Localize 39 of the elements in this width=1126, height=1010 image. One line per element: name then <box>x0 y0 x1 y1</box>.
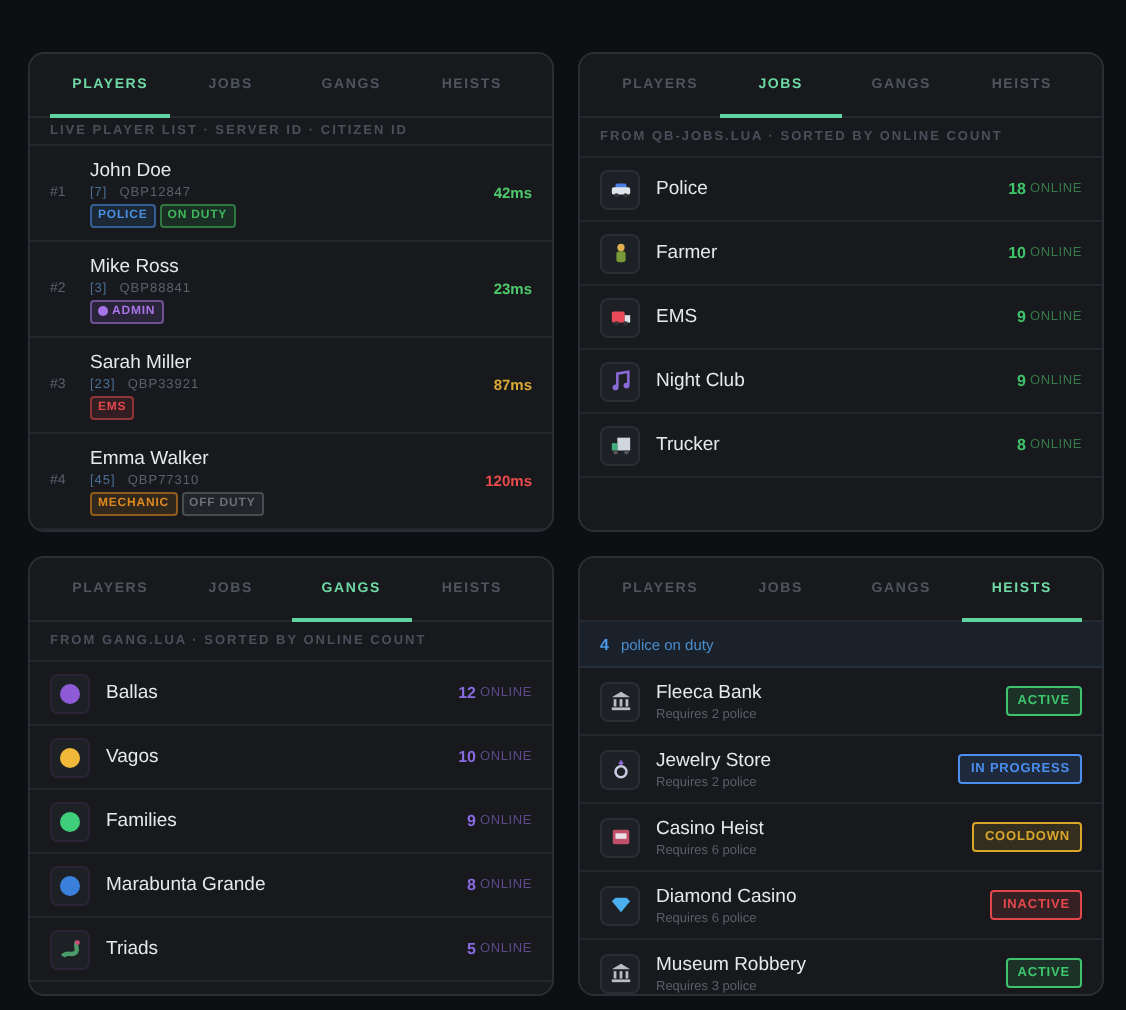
player-name: Emma Walker <box>90 447 211 469</box>
gang-name: Triads <box>106 938 161 960</box>
job-name: Police <box>656 178 710 200</box>
gang-name: Ballas <box>106 682 160 704</box>
car-icon <box>609 178 631 200</box>
online-count: 8 <box>1017 436 1026 454</box>
job-name: Night Club <box>656 370 747 392</box>
gang-name: Vagos <box>106 746 161 768</box>
online-count: 10 <box>458 748 476 766</box>
online-count: 9 <box>1017 308 1026 326</box>
music-note-icon <box>609 370 631 392</box>
job-name: Farmer <box>656 242 720 264</box>
truck-icon <box>609 434 631 456</box>
heist-name: Fleeca Bank <box>656 681 764 703</box>
heist-name: Museum Robbery <box>656 953 808 975</box>
player-name: Sarah Miller <box>90 351 194 373</box>
heist-name: Jewelry Store <box>656 749 774 771</box>
police-count: 4 <box>600 635 609 653</box>
online-count: 9 <box>467 812 476 830</box>
heist-name: Casino Heist <box>656 817 766 839</box>
heist-name: Diamond Casino <box>656 885 799 907</box>
bank-icon <box>609 690 631 712</box>
online-count: 5 <box>467 940 476 958</box>
player-name: John Doe <box>90 159 174 181</box>
job-name: EMS <box>656 306 700 328</box>
online-count: 8 <box>467 876 476 894</box>
slot-machine-icon <box>609 826 631 848</box>
gang-name: Marabunta Grande <box>106 874 268 896</box>
ring-icon <box>609 758 631 780</box>
online-count: 9 <box>1017 372 1026 390</box>
online-count: 10 <box>1008 244 1026 262</box>
player-name: Mike Ross <box>90 255 181 277</box>
gem-icon <box>609 894 631 916</box>
online-count: 18 <box>1008 180 1026 198</box>
online-count: 12 <box>458 684 476 702</box>
job-name: Trucker <box>656 434 722 456</box>
bank-icon <box>609 962 631 984</box>
gang-name: Families <box>106 810 179 832</box>
ambulance-icon <box>609 306 631 328</box>
